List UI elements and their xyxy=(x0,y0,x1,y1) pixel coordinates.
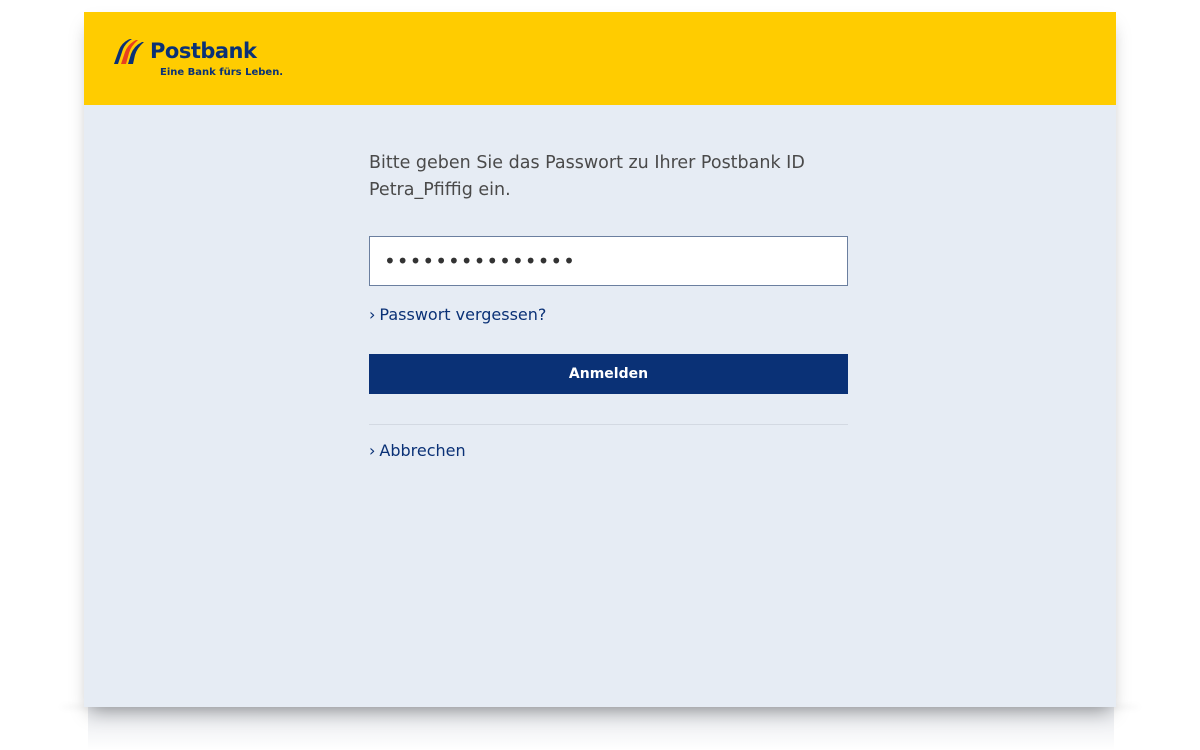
postbank-stripes-logo-icon xyxy=(114,39,144,64)
password-prompt: Bitte geben Sie das Passwort zu Ihrer Po… xyxy=(369,153,805,200)
logo-claim: Eine Bank fürs Leben. xyxy=(160,67,284,78)
chevron-right-icon: › xyxy=(369,305,376,324)
chevron-right-icon: › xyxy=(369,441,376,460)
logo-wordmark: Postbank xyxy=(150,39,257,63)
login-form: Bitte geben Sie das Passwort zu Ihrer Po… xyxy=(369,150,848,460)
login-button[interactable]: Anmelden xyxy=(369,354,848,394)
forgot-password-link[interactable]: › Passwort vergessen? xyxy=(369,305,546,324)
divider xyxy=(369,424,848,425)
forgot-password-label: Passwort vergessen? xyxy=(379,305,547,324)
login-window: Postbank Eine Bank fürs Leben. Bitte geb… xyxy=(84,12,1116,707)
brand-header: Postbank Eine Bank fürs Leben. xyxy=(84,12,1116,105)
cancel-label: Abbrechen xyxy=(379,441,466,460)
password-input[interactable] xyxy=(369,236,848,286)
postbank-logo: Postbank Eine Bank fürs Leben. xyxy=(114,38,283,82)
cancel-link[interactable]: › Abbrechen xyxy=(369,441,466,460)
window-reflection xyxy=(88,707,1114,750)
